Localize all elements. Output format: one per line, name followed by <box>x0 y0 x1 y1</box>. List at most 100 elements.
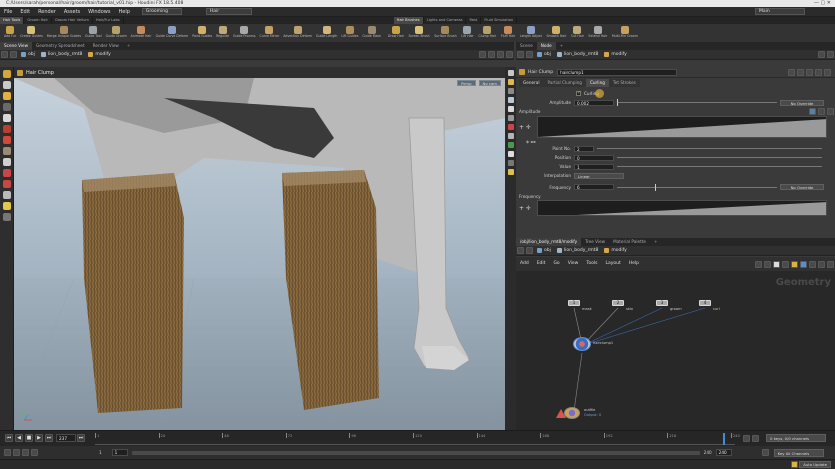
camera-tool-icon[interactable] <box>2 191 11 199</box>
step-back-button[interactable]: ◀ <box>15 434 23 442</box>
param-path-modify[interactable]: modify <box>601 52 629 57</box>
pin-icon[interactable] <box>479 51 486 58</box>
hairclump-node[interactable]: hairclump1 <box>573 337 613 351</box>
menu-help[interactable]: Help <box>114 7 133 17</box>
goto-end-button[interactable]: ⏭ <box>45 434 53 442</box>
key-filter-icon[interactable] <box>761 449 769 456</box>
stop-button[interactable]: ■ <box>25 434 33 442</box>
param-forward-icon[interactable] <box>526 51 533 58</box>
key-icon[interactable] <box>743 434 750 442</box>
subtab-partial-clumping[interactable]: Partial Clumping <box>543 79 586 87</box>
shelf-tab-groom-hair[interactable]: Groom Hair <box>24 17 52 24</box>
input-node-3-box[interactable]: 3 <box>656 300 668 306</box>
net-shape-icon[interactable] <box>800 260 807 268</box>
net-path-obj[interactable]: obj <box>534 248 554 253</box>
left-tool-10[interactable]: Curve Mirror <box>260 24 279 42</box>
output-node-body[interactable] <box>556 407 580 419</box>
input-node-2-box[interactable]: 2 <box>612 300 624 306</box>
left-tool-8[interactable]: Reguide <box>216 24 229 42</box>
node-name-field[interactable]: hairclump1 <box>557 68 678 76</box>
right-tool-3[interactable]: Lift Hair <box>461 24 474 42</box>
grid-icon[interactable] <box>507 142 514 148</box>
right-tool-8[interactable]: Cut Hair <box>571 24 584 42</box>
frequency-slider-handle[interactable] <box>655 183 656 191</box>
net-menu-help[interactable]: Help <box>625 259 643 269</box>
point-no-slider[interactable] <box>597 148 822 149</box>
subtab-general[interactable]: General <box>519 79 544 87</box>
add-tab-icon[interactable]: + <box>123 42 135 50</box>
left-tool-4[interactable]: Guide Groom <box>106 24 127 42</box>
frequency-override-menu[interactable]: No Override <box>780 184 824 190</box>
view-layout-icon[interactable] <box>497 51 504 58</box>
value-slider[interactable] <box>617 166 822 167</box>
shelf-tab-hair-tools[interactable]: Hair Tools <box>0 17 25 24</box>
ramp-preset-icon[interactable] <box>809 107 816 115</box>
input-node-3[interactable]: 3 groom <box>656 300 682 311</box>
position-field[interactable]: 0 <box>574 154 614 161</box>
range-start-field[interactable]: 1 <box>111 449 128 456</box>
help-icon[interactable] <box>797 68 804 76</box>
snap-tool-icon[interactable] <box>2 158 11 166</box>
background-icon[interactable] <box>507 151 514 157</box>
right-tool-10[interactable]: Multi-File Groom <box>612 24 638 42</box>
comb-tool-icon[interactable] <box>2 147 11 155</box>
net-menu-add[interactable]: Add <box>516 259 533 269</box>
input-node-4-box[interactable]: 4 <box>699 300 711 306</box>
frequency-field[interactable]: 6 <box>574 184 614 190</box>
point-no-field[interactable]: 2 <box>574 145 594 152</box>
param-menu-icon[interactable] <box>827 51 834 58</box>
hud-icon[interactable] <box>507 169 514 175</box>
amplitude-slider[interactable] <box>617 99 777 106</box>
desktop-dropdown[interactable]: Main <box>755 8 805 15</box>
frequency-ramp-graph[interactable] <box>537 200 827 216</box>
window-controls[interactable]: — ▢ ✕ <box>814 0 831 7</box>
safe-area-icon[interactable] <box>507 160 514 166</box>
range-start[interactable]: 1 <box>99 450 102 455</box>
right-tool-5[interactable]: Fluff Hair <box>501 24 515 42</box>
context-dropdown[interactable]: Hair <box>205 8 252 15</box>
range-end-field[interactable]: 240 <box>715 449 732 456</box>
view-tool-icon[interactable] <box>2 114 11 122</box>
ramp-gear-icon[interactable] <box>827 107 834 115</box>
transform-tool-icon[interactable] <box>2 81 11 89</box>
add-network-tab-icon[interactable]: + <box>650 238 662 246</box>
net-menu-layout[interactable]: Layout <box>601 259 624 269</box>
back-icon[interactable] <box>1 51 8 58</box>
left-tool-6[interactable]: Guide Curve Deform <box>156 24 188 42</box>
net-back-icon[interactable] <box>517 247 524 254</box>
menu-render[interactable]: Render <box>34 7 60 17</box>
menu-file[interactable]: File <box>0 7 16 17</box>
shelf-tab-lights[interactable]: Lights and Cameras <box>424 17 467 24</box>
tab-render-view[interactable]: Render View <box>89 42 123 50</box>
goto-start-button[interactable]: ⏮ <box>5 434 13 442</box>
realtime-toggle-icon[interactable] <box>22 449 29 456</box>
param-pin-icon[interactable] <box>818 51 825 58</box>
output-node-icon[interactable] <box>564 407 580 419</box>
interpolation-menu[interactable]: Linear <box>574 172 624 179</box>
auto-update-control[interactable]: Auto Update <box>790 461 831 468</box>
curling-checkbox[interactable]: ✓ <box>576 91 581 96</box>
timeline-playhead[interactable] <box>723 433 726 445</box>
net-path-body[interactable]: lion_body_rmt8 <box>554 248 602 253</box>
points-icon[interactable] <box>507 115 514 121</box>
frame-step-button[interactable]: ⏭ <box>77 434 85 442</box>
link-icon[interactable] <box>488 51 495 58</box>
record-tool-icon[interactable] <box>2 180 11 188</box>
wireframe-icon[interactable] <box>507 97 514 103</box>
left-tool-5[interactable]: Animate Hair <box>131 24 152 42</box>
add-point-icon[interactable]: + ✛ <box>519 124 537 131</box>
left-tool-0[interactable]: Add Fur <box>4 24 16 42</box>
paint-tool-icon[interactable] <box>2 136 11 144</box>
left-tool-14[interactable]: Guide Mask <box>362 24 381 42</box>
range-end[interactable]: 240 <box>704 450 712 455</box>
realtime-icon[interactable] <box>752 434 759 442</box>
right-tool-2[interactable]: Surface Brush <box>434 24 457 42</box>
tab-scene[interactable]: Scene <box>516 42 537 50</box>
forward-icon[interactable] <box>10 51 17 58</box>
net-forward-icon[interactable] <box>526 247 533 254</box>
input-node-1-box[interactable]: 1 <box>568 300 580 306</box>
tab-node[interactable]: Node <box>536 42 556 50</box>
path-modify[interactable]: modify <box>85 52 113 57</box>
lighting-icon[interactable] <box>507 106 514 112</box>
net-menu-view[interactable]: View <box>564 259 583 269</box>
